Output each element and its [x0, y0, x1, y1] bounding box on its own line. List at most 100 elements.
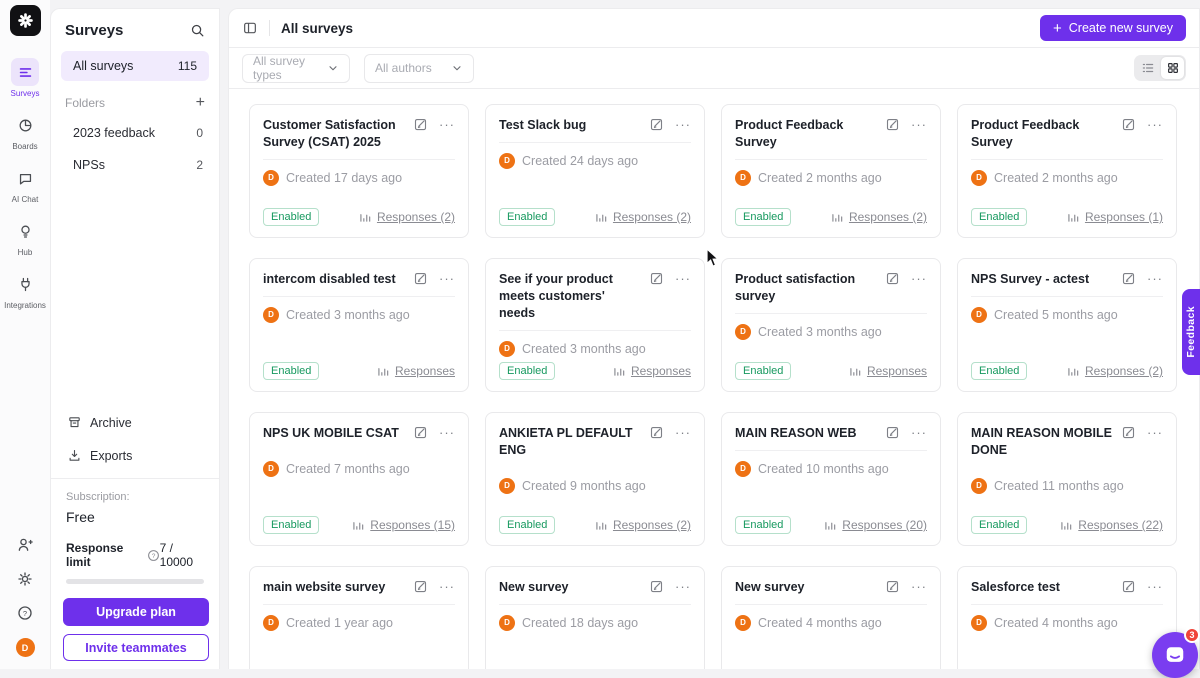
edit-survey-icon[interactable] — [885, 271, 900, 286]
add-folder-icon[interactable]: + — [196, 95, 205, 111]
survey-card[interactable]: MAIN REASON WEB ··· D Created 10 months … — [721, 412, 941, 546]
create-new-survey-button[interactable]: + Create new survey — [1040, 15, 1186, 41]
responses-link[interactable]: Responses (15) — [351, 518, 455, 532]
more-options-icon[interactable]: ··· — [911, 121, 927, 129]
authors-dropdown[interactable]: All authors — [364, 54, 474, 83]
feedback-tab-label: Feedback — [1185, 306, 1197, 358]
edit-survey-icon[interactable] — [885, 117, 900, 132]
authors-value: All authors — [375, 61, 432, 75]
responses-link[interactable]: Responses (2) — [594, 210, 691, 224]
archive-item[interactable]: Archive — [51, 406, 219, 439]
edit-survey-icon[interactable] — [1121, 271, 1136, 286]
more-options-icon[interactable]: ··· — [675, 121, 691, 129]
sidebar-item-all-surveys[interactable]: All surveys 115 — [61, 51, 209, 81]
more-options-icon[interactable]: ··· — [1147, 583, 1163, 591]
folder-item-npss[interactable]: NPSs 2 — [51, 149, 219, 181]
more-options-icon[interactable]: ··· — [675, 275, 691, 283]
survey-card[interactable]: Product Feedback Survey ··· D Created 2 … — [721, 104, 941, 238]
upgrade-plan-button[interactable]: Upgrade plan — [63, 598, 209, 626]
search-icon[interactable] — [190, 23, 205, 38]
app-logo[interactable] — [10, 5, 41, 36]
responses-link[interactable]: Responses — [848, 364, 927, 378]
survey-card-title: NPS Survey - actest — [971, 271, 1121, 288]
grid-view-button[interactable] — [1161, 57, 1184, 79]
responses-label: Responses (1) — [1085, 210, 1163, 224]
responses-link[interactable]: Responses (2) — [594, 518, 691, 532]
edit-survey-icon[interactable] — [413, 271, 428, 286]
edit-survey-icon[interactable] — [649, 425, 664, 440]
survey-card[interactable]: Customer Satisfaction Survey (CSAT) 2025… — [249, 104, 469, 238]
responses-link[interactable]: Responses (2) — [1066, 364, 1163, 378]
user-avatar[interactable]: D — [16, 638, 35, 657]
survey-card-title: New survey — [499, 579, 649, 596]
download-icon — [67, 448, 82, 463]
survey-card[interactable]: New survey ··· D Created 18 days ago — [485, 566, 705, 669]
more-options-icon[interactable]: ··· — [439, 583, 455, 591]
responses-link[interactable]: Responses (2) — [358, 210, 455, 224]
status-badge: Enabled — [263, 362, 319, 380]
help-icon[interactable]: ? — [16, 604, 34, 622]
edit-survey-icon[interactable] — [885, 579, 900, 594]
folder-item-2023-feedback[interactable]: 2023 feedback 0 — [51, 117, 219, 149]
responses-link[interactable]: Responses (22) — [1059, 518, 1163, 532]
survey-card[interactable]: Salesforce test ··· D Created 4 months a… — [957, 566, 1177, 669]
more-options-icon[interactable]: ··· — [675, 429, 691, 437]
survey-card-title: Salesforce test — [971, 579, 1121, 596]
more-options-icon[interactable]: ··· — [1147, 121, 1163, 129]
more-options-icon[interactable]: ··· — [439, 121, 455, 129]
creator-avatar: D — [263, 170, 279, 186]
survey-card[interactable]: NPS Survey - actest ··· D Created 5 mont… — [957, 258, 1177, 392]
feedback-tab[interactable]: Feedback — [1182, 289, 1200, 375]
responses-link[interactable]: Responses — [612, 364, 691, 378]
survey-card[interactable]: See if your product meets customers' nee… — [485, 258, 705, 392]
more-options-icon[interactable]: ··· — [439, 429, 455, 437]
more-options-icon[interactable]: ··· — [911, 583, 927, 591]
more-options-icon[interactable]: ··· — [439, 275, 455, 283]
bar-chart-icon — [594, 518, 608, 532]
creator-avatar: D — [499, 615, 515, 631]
survey-card[interactable]: Product Feedback Survey ··· D Created 2 … — [957, 104, 1177, 238]
survey-card[interactable]: main website survey ··· D Created 1 year… — [249, 566, 469, 669]
more-options-icon[interactable]: ··· — [1147, 275, 1163, 283]
survey-card[interactable]: Test Slack bug ··· D Created 24 days ago… — [485, 104, 705, 238]
edit-survey-icon[interactable] — [413, 117, 428, 132]
survey-card[interactable]: NPS UK MOBILE CSAT ··· D Created 7 month… — [249, 412, 469, 546]
created-date: Created 3 months ago — [758, 325, 882, 339]
survey-types-dropdown[interactable]: All survey types — [242, 54, 350, 83]
exports-item[interactable]: Exports — [51, 439, 219, 472]
settings-gear-icon[interactable] — [16, 570, 34, 588]
collapse-sidebar-icon[interactable] — [242, 20, 258, 36]
rail-item-hub[interactable]: Hub — [0, 217, 50, 257]
rail-item-boards[interactable]: Boards — [0, 111, 50, 151]
survey-card[interactable]: ANKIETA PL DEFAULT ENG ··· D Created 9 m… — [485, 412, 705, 546]
edit-survey-icon[interactable] — [413, 579, 428, 594]
edit-survey-icon[interactable] — [649, 579, 664, 594]
invite-teammates-button[interactable]: Invite teammates — [63, 634, 209, 661]
responses-link[interactable]: Responses (2) — [830, 210, 927, 224]
rail-item-surveys[interactable]: Surveys — [0, 58, 50, 98]
survey-card[interactable]: intercom disabled test ··· D Created 3 m… — [249, 258, 469, 392]
more-options-icon[interactable]: ··· — [1147, 429, 1163, 437]
survey-card[interactable]: Product satisfaction survey ··· D Create… — [721, 258, 941, 392]
status-badge: Enabled — [263, 208, 319, 226]
invite-user-icon[interactable] — [16, 536, 34, 554]
edit-survey-icon[interactable] — [413, 425, 428, 440]
responses-link[interactable]: Responses (20) — [823, 518, 927, 532]
survey-card[interactable]: MAIN REASON MOBILE DONE ··· D Created 11… — [957, 412, 1177, 546]
rail-item-ai-chat[interactable]: AI Chat — [0, 164, 50, 204]
list-view-button[interactable] — [1136, 57, 1159, 79]
survey-card[interactable]: New survey ··· D Created 4 months ago — [721, 566, 941, 669]
edit-survey-icon[interactable] — [885, 425, 900, 440]
edit-survey-icon[interactable] — [1121, 579, 1136, 594]
responses-link[interactable]: Responses (1) — [1066, 210, 1163, 224]
edit-survey-icon[interactable] — [649, 271, 664, 286]
more-options-icon[interactable]: ··· — [911, 429, 927, 437]
edit-survey-icon[interactable] — [649, 117, 664, 132]
more-options-icon[interactable]: ··· — [911, 275, 927, 283]
edit-survey-icon[interactable] — [1121, 117, 1136, 132]
help-tooltip-icon[interactable]: ? — [147, 549, 160, 562]
edit-survey-icon[interactable] — [1121, 425, 1136, 440]
responses-link[interactable]: Responses — [376, 364, 455, 378]
rail-item-integrations[interactable]: Integrations — [0, 270, 50, 310]
more-options-icon[interactable]: ··· — [675, 583, 691, 591]
